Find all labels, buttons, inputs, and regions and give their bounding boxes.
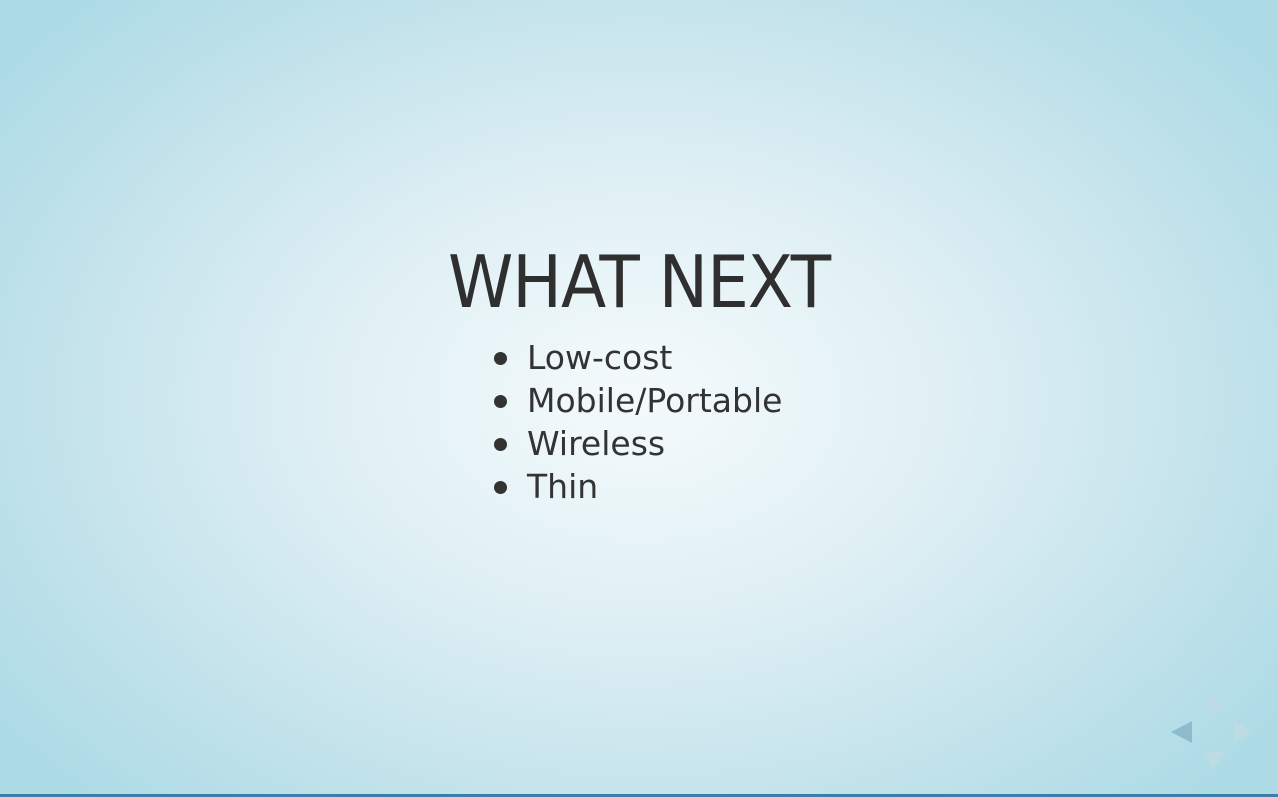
arrow-down-icon[interactable] xyxy=(1202,752,1224,771)
arrow-left-icon[interactable] xyxy=(1171,721,1192,743)
navigation-controls xyxy=(1170,690,1256,774)
bullet-icon xyxy=(494,395,507,408)
bullet-icon xyxy=(494,481,507,494)
list-item: Thin xyxy=(494,465,782,508)
list-item: Wireless xyxy=(494,422,782,465)
list-item-label: Thin xyxy=(527,467,599,506)
list-item-label: Wireless xyxy=(527,424,666,463)
list-item: Low-cost xyxy=(494,336,782,379)
list-item-label: Low-cost xyxy=(527,338,673,377)
arrow-right-icon[interactable] xyxy=(1234,721,1253,743)
list-item-label: Mobile/Portable xyxy=(527,381,783,420)
bullet-icon xyxy=(494,438,507,451)
bullet-list: Low-cost Mobile/Portable Wireless Thin xyxy=(494,336,782,508)
bullet-icon xyxy=(494,352,507,365)
list-item: Mobile/Portable xyxy=(494,379,782,422)
presentation-slide: WHAT NEXT Low-cost Mobile/Portable Wirel… xyxy=(0,0,1278,797)
arrow-up-icon[interactable] xyxy=(1202,692,1224,711)
slide-title: WHAT NEXT xyxy=(447,240,831,324)
